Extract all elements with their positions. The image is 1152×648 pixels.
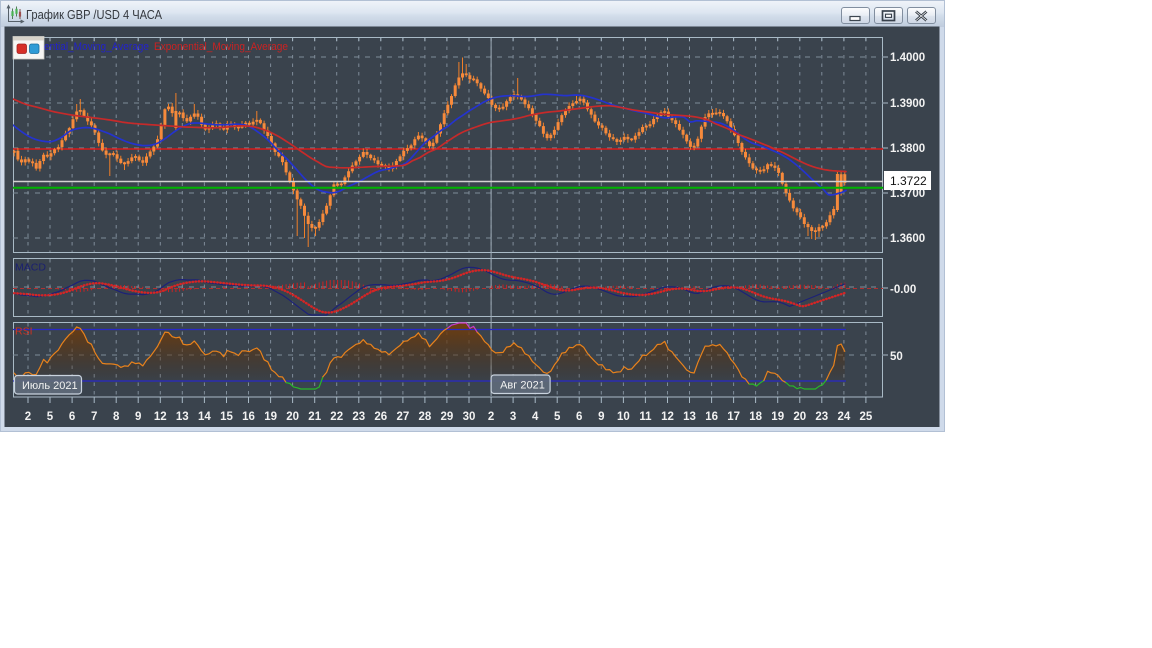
svg-text:13: 13 [683,411,696,423]
svg-text:17: 17 [727,411,740,423]
svg-text:16: 16 [705,411,718,423]
svg-text:21: 21 [308,411,321,423]
svg-text:14: 14 [198,411,211,423]
svg-text:26: 26 [374,411,387,423]
svg-text:9: 9 [135,411,141,423]
svg-text:1.3800: 1.3800 [890,143,925,155]
svg-text:24: 24 [838,411,851,423]
svg-text:11: 11 [639,411,652,423]
svg-text:28: 28 [419,411,432,423]
svg-text:23: 23 [352,411,365,423]
svg-text:2: 2 [488,411,494,423]
svg-text:3: 3 [510,411,516,423]
svg-text:2: 2 [25,411,31,423]
svg-text:22: 22 [330,411,343,423]
svg-text:20: 20 [286,411,299,423]
svg-text:MACD: MACD [15,262,46,274]
svg-text:18: 18 [749,411,762,423]
svg-text:10: 10 [617,411,630,423]
svg-text:16: 16 [242,411,255,423]
svg-text:50: 50 [890,351,903,363]
svg-text:27: 27 [397,411,410,423]
svg-text:30: 30 [463,411,476,423]
svg-text:График GBP /USD 4 ЧАСА: График GBP /USD 4 ЧАСА [26,8,163,22]
svg-text:12: 12 [661,411,674,423]
svg-text:19: 19 [771,411,784,423]
svg-text:23: 23 [815,411,828,423]
svg-text:RSI: RSI [15,326,33,338]
svg-text:8: 8 [113,411,120,423]
svg-text:13: 13 [176,411,189,423]
svg-text:6: 6 [576,411,582,423]
svg-text:25: 25 [860,411,873,423]
svg-text:20: 20 [793,411,806,423]
svg-text:12: 12 [154,411,167,423]
svg-text:29: 29 [441,411,454,423]
svg-text:-0.00: -0.00 [890,284,916,296]
svg-text:7: 7 [91,411,97,423]
svg-text:5: 5 [554,411,561,423]
svg-text:1.4000: 1.4000 [890,52,925,64]
svg-text:ential_Moving_Average: ential_Moving_Average [44,41,149,53]
svg-text:Июль 2021: Июль 2021 [22,380,78,392]
svg-text:6: 6 [69,411,75,423]
svg-text:9: 9 [598,411,604,423]
svg-text:15: 15 [220,411,233,423]
svg-text:Авг 2021: Авг 2021 [500,380,545,392]
svg-text:1.3900: 1.3900 [890,98,925,110]
svg-text:Exponential_Moving_Average: Exponential_Moving_Average [154,41,288,53]
svg-text:1.3722: 1.3722 [890,174,927,188]
svg-text:4: 4 [532,411,539,423]
svg-text:5: 5 [47,411,54,423]
svg-text:1.3600: 1.3600 [890,233,925,245]
svg-text:19: 19 [264,411,277,423]
